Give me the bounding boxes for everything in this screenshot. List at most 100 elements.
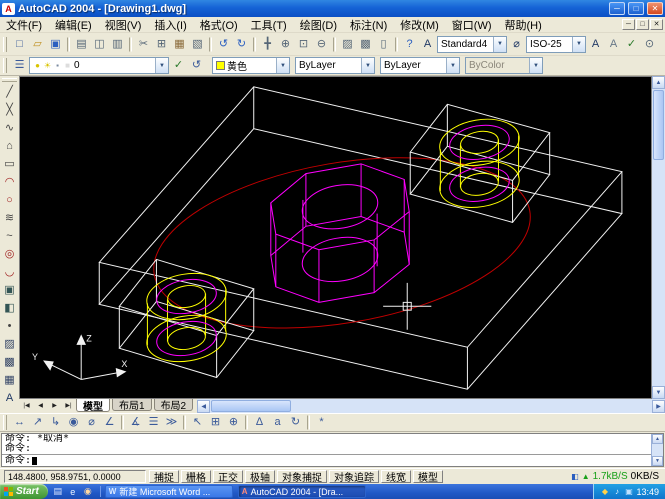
grid-toggle[interactable]: 栅格 <box>181 470 211 483</box>
ie-icon[interactable]: e <box>66 485 80 498</box>
mdi-close-button[interactable]: ✕ <box>650 19 663 30</box>
spline-icon[interactable]: ~ <box>1 228 18 245</box>
tool-palettes-icon[interactable]: ▯ <box>375 36 392 53</box>
dimdiameter-icon[interactable]: ⌀ <box>83 414 100 431</box>
horizontal-scrollbar[interactable]: ◀ ▶ <box>197 399 665 413</box>
arc-icon[interactable]: ◠ <box>1 174 18 191</box>
ortho-toggle[interactable]: 正交 <box>213 470 243 483</box>
scroll-up-icon[interactable]: ▲ <box>652 76 665 89</box>
volume-tray-icon[interactable]: ♪ <box>611 486 622 498</box>
designcenter-icon[interactable]: ▩ <box>357 36 374 53</box>
circle-icon[interactable]: ○ <box>1 192 18 209</box>
plot-preview-icon[interactable]: ◫ <box>91 36 108 53</box>
match-properties-icon[interactable]: ▧ <box>189 36 206 53</box>
menu-dimension[interactable]: 标注(N) <box>344 17 393 32</box>
dimbaseline-icon[interactable]: ☰ <box>145 414 162 431</box>
hatch-icon[interactable]: ▨ <box>1 336 18 353</box>
restore-button[interactable]: □ <box>628 2 644 15</box>
horizontal-scroll-thumb[interactable] <box>211 400 291 412</box>
dtext-icon[interactable]: A <box>605 36 622 53</box>
ellipse-icon[interactable]: ◎ <box>1 246 18 263</box>
region-icon[interactable]: ▦ <box>1 372 18 389</box>
layer-color-chip-icon[interactable]: ■ <box>63 60 72 71</box>
copy-icon[interactable]: ⊞ <box>153 36 170 53</box>
text-style-icon[interactable]: A <box>419 36 436 53</box>
layer-combo[interactable]: ●☀▪■ 0 ▼ <box>29 57 169 74</box>
dimedit-icon[interactable]: ∆ <box>251 414 268 431</box>
construction-line-icon[interactable]: ╳ <box>1 102 18 119</box>
redo-icon[interactable]: ↻ <box>233 36 250 53</box>
color-combo[interactable]: 黄色 ▼ <box>212 57 290 74</box>
line-icon[interactable]: ╱ <box>1 84 18 101</box>
vertical-scroll-track[interactable] <box>652 161 665 386</box>
otrack-toggle[interactable]: 对象追踪 <box>329 470 379 483</box>
task-autocad[interactable]: AAutoCAD 2004 - [Dra... <box>238 485 366 498</box>
dimlinear-icon[interactable]: ↔ <box>11 414 28 431</box>
revcloud-icon[interactable]: ≋ <box>1 210 18 227</box>
start-button[interactable]: Start <box>0 484 48 499</box>
menu-insert[interactable]: 插入(I) <box>148 17 192 32</box>
vertical-scroll-thumb[interactable] <box>653 90 664 160</box>
menu-help[interactable]: 帮助(H) <box>499 17 548 32</box>
menu-edit[interactable]: 编辑(E) <box>49 17 98 32</box>
toolbar-grip[interactable] <box>3 37 7 52</box>
dropdown-arrow-icon[interactable]: ▼ <box>361 58 374 73</box>
drawing-viewport[interactable]: Z X Y <box>20 77 651 398</box>
quickdim-icon[interactable]: ∡ <box>127 414 144 431</box>
mdi-minimize-button[interactable]: ─ <box>622 19 635 30</box>
properties-icon[interactable]: ▨ <box>339 36 356 53</box>
publish-icon[interactable]: ▥ <box>109 36 126 53</box>
tab-layout1[interactable]: 布局1 <box>112 399 152 411</box>
show-desktop-icon[interactable]: ▤ <box>51 485 65 498</box>
antivirus-tray-icon[interactable]: ◆ <box>599 486 610 498</box>
pan-icon[interactable]: ╋ <box>259 36 276 53</box>
dim-style-icon[interactable]: ⌀ <box>508 36 525 53</box>
save-icon[interactable]: ▣ <box>47 36 64 53</box>
red-profile-curve[interactable] <box>140 132 544 354</box>
next-tab-button[interactable]: ▶ <box>48 400 61 412</box>
dimstyle-icon[interactable]: * <box>313 414 330 431</box>
mtext-icon[interactable]: A <box>1 390 18 407</box>
lineweight-toggle[interactable]: 线宽 <box>381 470 411 483</box>
mtext-icon[interactable]: A <box>587 36 604 53</box>
media-player-icon[interactable]: ◉ <box>81 485 95 498</box>
dimangular-icon[interactable]: ∠ <box>101 414 118 431</box>
spell-icon[interactable]: ✓ <box>623 36 640 53</box>
scroll-up-icon[interactable]: ▲ <box>652 434 663 444</box>
dimaligned-icon[interactable]: ↗ <box>29 414 46 431</box>
ellipse-arc-icon[interactable]: ◡ <box>1 264 18 281</box>
rectangle-icon[interactable]: ▭ <box>1 156 18 173</box>
zoom-previous-icon[interactable]: ⊖ <box>313 36 330 53</box>
command-scrollbar[interactable]: ▲ ▼ <box>651 434 663 466</box>
scroll-down-icon[interactable]: ▼ <box>652 456 663 466</box>
right-boss-box[interactable] <box>410 104 549 222</box>
close-button[interactable]: ✕ <box>647 2 663 15</box>
make-object-layer-current-icon[interactable]: ✓ <box>170 57 187 74</box>
dropdown-arrow-icon[interactable]: ▼ <box>155 58 168 73</box>
task-word[interactable]: W新建 Microsoft Word ... <box>105 485 233 498</box>
mdi-restore-button[interactable]: □ <box>636 19 649 30</box>
centermark-icon[interactable]: ⊕ <box>225 414 242 431</box>
polygon-icon[interactable]: ⌂ <box>1 138 18 155</box>
quickleader-icon[interactable]: ↖ <box>189 414 206 431</box>
lineweight-combo[interactable]: ByLayer ▼ <box>380 57 460 74</box>
menu-modify[interactable]: 修改(M) <box>394 17 445 32</box>
dropdown-arrow-icon[interactable]: ▼ <box>276 58 289 73</box>
layer-manager-icon[interactable]: ☰ <box>11 57 28 74</box>
left-boss-box[interactable] <box>119 259 253 377</box>
drawing-canvas[interactable]: Z X Y <box>19 76 652 399</box>
text-style-combo[interactable]: Standard4 ▼ <box>437 36 507 53</box>
linetype-combo[interactable]: ByLayer ▼ <box>295 57 375 74</box>
dim-style-combo[interactable]: ISO-25 ▼ <box>526 36 586 53</box>
vertical-scrollbar[interactable]: ▲ ▼ <box>652 76 665 399</box>
point-icon[interactable]: • <box>1 318 18 335</box>
snap-toggle[interactable]: 捕捉 <box>149 470 179 483</box>
new-icon[interactable]: □ <box>11 36 28 53</box>
open-icon[interactable]: ▱ <box>29 36 46 53</box>
undo-icon[interactable]: ↺ <box>215 36 232 53</box>
menu-format[interactable]: 格式(O) <box>194 17 244 32</box>
plot-icon[interactable]: ▤ <box>73 36 90 53</box>
horizontal-scroll-track[interactable] <box>292 399 652 413</box>
command-history[interactable]: 命令: *取消*命令: <box>2 434 651 455</box>
minimize-button[interactable]: ─ <box>609 2 625 15</box>
